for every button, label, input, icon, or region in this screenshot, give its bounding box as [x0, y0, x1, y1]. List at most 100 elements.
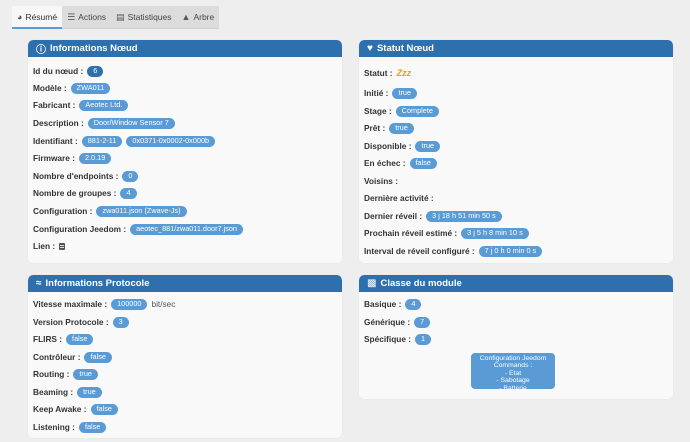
row-manufacturer: Fabricant : Aeotec Ltd.	[33, 98, 129, 112]
document-link-icon[interactable]	[59, 242, 66, 250]
row-status: Statut : Zzz	[364, 66, 411, 80]
jeedom-config-box: Configuration Jeedom Commands : - Etat -…	[471, 353, 555, 392]
row-failed: En échec : false	[364, 156, 437, 170]
tab-arbre[interactable]: ▲ Arbre	[176, 6, 220, 29]
tab-label: Statistiques	[127, 12, 172, 22]
row-label: Fabricant :	[33, 100, 76, 110]
row-generic: Générique : 7	[364, 315, 431, 329]
row-label: Nombre d'endpoints :	[33, 171, 119, 181]
badge: 2.0.19	[78, 152, 112, 164]
badge: 3 j 5 h 8 min 10 s	[461, 227, 529, 239]
badge: zwa011.json (Zwave-Js)	[96, 205, 187, 217]
tab-label: Résumé	[25, 11, 58, 22]
heartbeat-icon: ♥	[367, 43, 373, 54]
dashboard-icon: ◕	[17, 11, 23, 22]
box-line: - Batterie	[499, 384, 527, 392]
row-next-wakeup: Prochain réveil estimé : 3 j 5 h 8 min 1…	[364, 226, 529, 240]
panel-header: ≈ Informations Protocole	[28, 275, 342, 292]
row-configuration: Configuration : zwa011.json (Zwave-Js)	[33, 204, 187, 218]
row-groups: Nombre de groupes : 4	[33, 186, 137, 200]
panel-title: Informations Protocole	[45, 278, 150, 289]
badge: Door/Window Sensor 7	[87, 117, 175, 129]
row-label: En échec :	[364, 158, 406, 168]
row-label: Disponible :	[364, 141, 412, 151]
tab-actions[interactable]: ☰ Actions	[62, 6, 112, 29]
row-label: Id du nœud :	[33, 66, 84, 76]
badge: 4	[405, 298, 422, 310]
row-available: Disponible : true	[364, 139, 441, 153]
badge: ZWA011	[70, 82, 111, 94]
row-config-jeedom: Configuration Jeedom : aeotec_881/zwa011…	[33, 222, 243, 236]
badge: 4	[120, 187, 137, 199]
tab-resume[interactable]: ◕ Résumé	[12, 6, 63, 29]
row-label: Vitesse maximale :	[33, 299, 108, 309]
row-beaming: Beaming : true	[33, 385, 102, 399]
panel-header: ▩ Classe du module	[359, 275, 673, 292]
badge: 0	[122, 170, 139, 182]
box-line: Configuration Jeedom	[479, 355, 547, 362]
clipboard-icon: ▩	[367, 278, 377, 289]
badge: 1	[415, 333, 432, 345]
tab-bar: ◕ Résumé ☰ Actions ▤ Statistiques ▲ Arbr…	[12, 6, 220, 29]
row-last-wakeup: Dernier réveil : 3 j 18 h 51 min 50 s	[364, 209, 502, 223]
badge: 7	[414, 316, 431, 328]
badge: 0x0371-0x0002-0x000b	[126, 135, 216, 147]
row-label: Générique :	[364, 317, 411, 327]
badge: false	[78, 421, 107, 433]
row-label: Prochain réveil estimé :	[364, 228, 458, 238]
row-listening: Listening : false	[33, 420, 107, 434]
row-label: Keep Awake :	[33, 404, 87, 414]
list-icon: ☰	[67, 11, 76, 22]
row-label: Lien :	[33, 241, 56, 251]
row-label: Beaming :	[33, 387, 74, 397]
badge: false	[84, 351, 112, 363]
badge: true	[73, 368, 98, 380]
row-label: Basique :	[364, 299, 402, 309]
row-endpoints: Nombre d'endpoints : 0	[33, 169, 139, 183]
row-basic: Basique : 4	[364, 297, 422, 311]
badge: 3 j 18 h 51 min 50 s	[426, 210, 502, 222]
row-routing: Routing : true	[33, 367, 98, 381]
row-max-speed: Vitesse maximale : 100000 bit/sec	[33, 297, 175, 311]
row-label: Dernière activité :	[364, 193, 434, 203]
badge: false	[66, 333, 94, 345]
bar-chart-icon: ▤	[116, 11, 125, 22]
protocol-info-panel: ≈ Informations Protocole Vitesse maximal…	[28, 275, 342, 438]
row-label: Prêt :	[364, 123, 386, 133]
row-label: Dernier réveil :	[364, 211, 423, 221]
row-label: Version Protocole :	[33, 317, 109, 327]
badge: true	[77, 386, 102, 398]
row-label: Description :	[33, 118, 84, 128]
row-node-id: Id du nœud : 6	[33, 64, 104, 78]
row-last-activity: Dernière activité :	[364, 191, 434, 205]
tab-statistiques[interactable]: ▤ Statistiques	[111, 6, 177, 29]
row-label: Firmware :	[33, 153, 75, 163]
panel-title: Statut Nœud	[376, 43, 434, 54]
box-line: Commands :	[493, 362, 533, 370]
row-label: FLIRS :	[33, 334, 63, 344]
row-label: Modèle :	[33, 83, 67, 93]
box-line: - Etat	[504, 369, 522, 377]
row-link: Lien :	[33, 239, 66, 253]
row-label: Voisins :	[364, 176, 398, 186]
row-label: Listening :	[33, 422, 75, 432]
node-status-panel: ♥ Statut Nœud Statut : Zzz Initié : true…	[359, 40, 673, 263]
sleeping-icon: Zzz	[396, 68, 412, 78]
row-stage: Stage : Complete	[364, 104, 439, 118]
panel-header: ⓘ Informations Nœud	[28, 40, 342, 57]
info-icon: ⓘ	[36, 45, 46, 56]
panel-header: ♥ Statut Nœud	[359, 40, 673, 57]
badge: Aeotec Ltd.	[79, 99, 129, 111]
badge: true	[415, 140, 441, 152]
badge: 6	[87, 65, 104, 77]
tab-label: Arbre	[193, 12, 215, 22]
row-label: Interval de réveil configuré :	[364, 246, 475, 256]
row-protocol-version: Version Protocole : 3	[33, 315, 129, 329]
node-info-panel: ⓘ Informations Nœud Id du nœud : 6 Modèl…	[28, 40, 342, 263]
badge: Complete	[395, 105, 439, 117]
panel-title: Classe du module	[380, 278, 462, 289]
row-flirs: FLIRS : false	[33, 332, 94, 346]
row-specific: Spécifique : 1	[364, 332, 432, 346]
badge: 7 j 0 h 0 min 0 s	[478, 245, 543, 257]
row-description: Description : Door/Window Sensor 7	[33, 116, 175, 130]
